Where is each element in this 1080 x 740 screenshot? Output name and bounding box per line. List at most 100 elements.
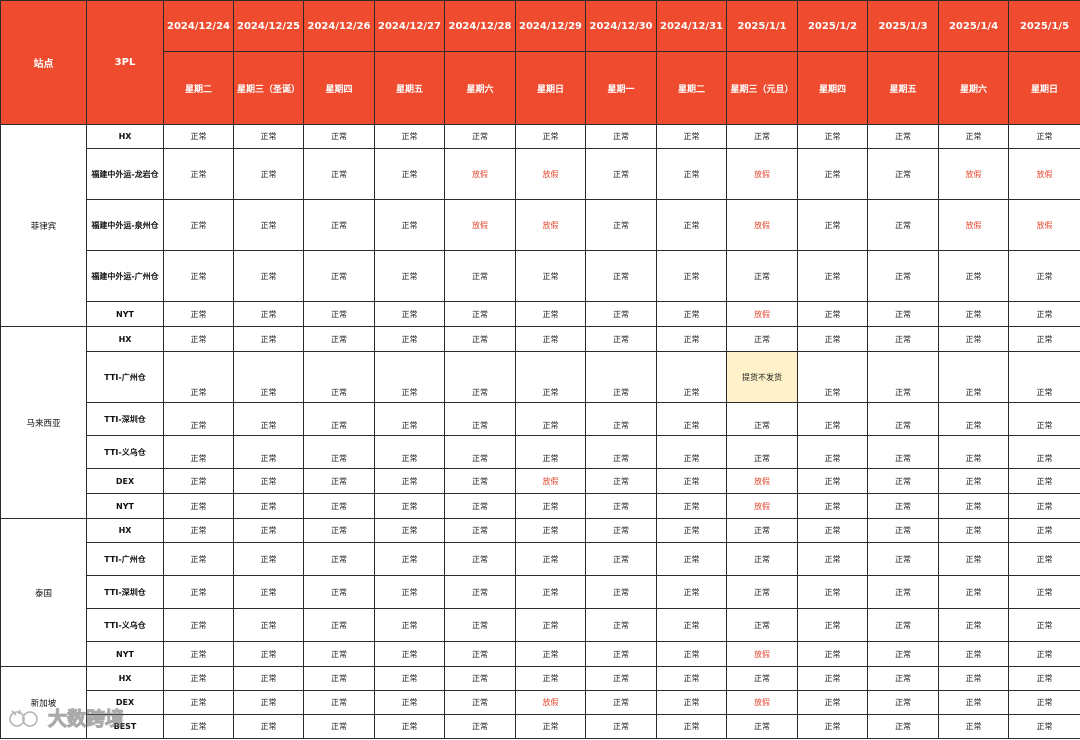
status-cell: 正常 xyxy=(233,199,304,251)
site-name-cell: 菲律宾 xyxy=(0,124,87,327)
status-cell: 正常 xyxy=(938,608,1009,642)
3pl-name-cell: BEST xyxy=(86,714,164,739)
status-cell: 正常 xyxy=(515,608,586,642)
status-cell: 正常 xyxy=(797,148,868,200)
special-status-cell: 提货不发货 xyxy=(726,351,798,403)
status-cell: 正常 xyxy=(867,493,939,519)
status-cell: 正常 xyxy=(797,714,868,739)
status-cell: 正常 xyxy=(515,575,586,609)
status-cell: 正常 xyxy=(515,402,586,436)
status-cell: 正常 xyxy=(163,575,234,609)
status-cell: 正常 xyxy=(303,493,375,519)
status-cell: 正常 xyxy=(797,608,868,642)
table-row: TTI-深圳仓 正常 正常 正常 正常 正常 正常 正常 正常 正常 正常 正常 正常 正常 xyxy=(1,402,1080,436)
table-row: BEST 正常 正常 正常 正常 正常 正常 正常 正常 正常 正常 正常 正常 正常 xyxy=(1,714,1080,739)
table-row: 福建中外运-广州仓 正常 正常 正常 正常 正常 正常 正常 正常 正常 正常 正常 正常 正常 xyxy=(1,250,1080,302)
status-cell: 正常 xyxy=(163,468,234,494)
status-cell: 正常 xyxy=(797,199,868,251)
status-cell: 正常 xyxy=(938,402,1009,436)
date-header: 2024/12/31 xyxy=(656,0,727,52)
status-cell: 正常 xyxy=(797,468,868,494)
3pl-name-cell: DEX xyxy=(86,690,164,715)
status-cell: 正常 xyxy=(374,148,445,200)
status-cell: 正常 xyxy=(374,199,445,251)
site-name-cell: 新加坡 xyxy=(0,666,87,739)
status-cell: 正常 xyxy=(515,124,586,149)
holiday-status-cell: 放假 xyxy=(726,690,798,715)
status-cell: 正常 xyxy=(1008,542,1080,576)
status-cell: 正常 xyxy=(585,493,657,519)
date-header: 2025/1/2 xyxy=(797,0,868,52)
weekday-header: 星期一 xyxy=(585,51,657,125)
holiday-status-cell: 放假 xyxy=(726,148,798,200)
status-cell: 正常 xyxy=(656,493,727,519)
status-cell: 正常 xyxy=(303,608,375,642)
weekday-header: 星期三（元旦） xyxy=(726,51,798,125)
status-cell: 正常 xyxy=(797,250,868,302)
status-cell: 正常 xyxy=(1008,666,1080,691)
status-cell: 正常 xyxy=(444,351,516,403)
status-cell: 正常 xyxy=(163,435,234,469)
status-cell: 正常 xyxy=(797,124,868,149)
status-cell: 正常 xyxy=(233,575,304,609)
status-cell: 正常 xyxy=(726,435,798,469)
status-cell: 正常 xyxy=(656,326,727,352)
status-cell: 正常 xyxy=(163,666,234,691)
status-cell: 正常 xyxy=(585,351,657,403)
status-cell: 正常 xyxy=(233,690,304,715)
status-cell: 正常 xyxy=(444,250,516,302)
status-cell: 正常 xyxy=(938,714,1009,739)
status-cell: 正常 xyxy=(797,493,868,519)
status-cell: 正常 xyxy=(585,714,657,739)
status-cell: 正常 xyxy=(585,148,657,200)
status-cell: 正常 xyxy=(444,641,516,667)
3pl-name-cell: 福建中外运-龙岩仓 xyxy=(86,148,164,200)
status-cell: 正常 xyxy=(656,250,727,302)
status-cell: 正常 xyxy=(585,468,657,494)
holiday-status-cell: 放假 xyxy=(726,493,798,519)
status-cell: 正常 xyxy=(303,124,375,149)
holiday-status-cell: 放假 xyxy=(938,148,1009,200)
status-cell: 正常 xyxy=(374,402,445,436)
date-header: 2024/12/29 xyxy=(515,0,586,52)
table-row: TTI-义乌仓 正常 正常 正常 正常 正常 正常 正常 正常 正常 正常 正常 正常 正常 xyxy=(1,608,1080,642)
table-row: 福建中外运-龙岩仓 正常 正常 正常 正常 放假 放假 正常 正常 放假 正常 正常 放假 放假 xyxy=(1,148,1080,200)
status-cell: 正常 xyxy=(233,250,304,302)
status-cell: 正常 xyxy=(374,326,445,352)
holiday-status-cell: 放假 xyxy=(444,199,516,251)
date-header: 2024/12/28 xyxy=(444,0,516,52)
status-cell: 正常 xyxy=(1008,435,1080,469)
table-row: NYT 正常 正常 正常 正常 正常 正常 正常 正常 放假 正常 正常 正常 正常 xyxy=(1,641,1080,667)
status-cell: 正常 xyxy=(867,402,939,436)
status-cell: 正常 xyxy=(303,301,375,327)
status-cell: 正常 xyxy=(1008,351,1080,403)
site-name-cell: 马来西亚 xyxy=(0,326,87,519)
status-cell: 正常 xyxy=(444,468,516,494)
holiday-status-cell: 放假 xyxy=(1008,199,1080,251)
status-cell: 正常 xyxy=(233,714,304,739)
3pl-name-cell: HX xyxy=(86,518,164,543)
status-cell: 正常 xyxy=(938,351,1009,403)
status-cell: 正常 xyxy=(867,518,939,543)
holiday-status-cell: 放假 xyxy=(726,641,798,667)
3pl-name-cell: TTI-广州仓 xyxy=(86,542,164,576)
table-row: 马来西亚 HX 正常 正常 正常 正常 正常 正常 正常 正常 正常 正常 正常 正常 正常 xyxy=(0,326,1080,519)
weekday-header: 星期四 xyxy=(303,51,375,125)
status-cell: 正常 xyxy=(867,301,939,327)
status-cell: 正常 xyxy=(163,199,234,251)
status-cell: 正常 xyxy=(444,714,516,739)
status-cell: 正常 xyxy=(374,435,445,469)
status-cell: 正常 xyxy=(867,250,939,302)
status-cell: 正常 xyxy=(303,714,375,739)
status-cell: 正常 xyxy=(444,493,516,519)
status-cell: 正常 xyxy=(585,518,657,543)
status-cell: 正常 xyxy=(867,124,939,149)
status-cell: 正常 xyxy=(867,690,939,715)
status-cell: 正常 xyxy=(867,666,939,691)
status-cell: 正常 xyxy=(867,575,939,609)
status-cell: 正常 xyxy=(233,493,304,519)
status-cell: 正常 xyxy=(656,301,727,327)
status-cell: 正常 xyxy=(515,641,586,667)
holiday-status-cell: 放假 xyxy=(1008,148,1080,200)
status-cell: 正常 xyxy=(1008,518,1080,543)
